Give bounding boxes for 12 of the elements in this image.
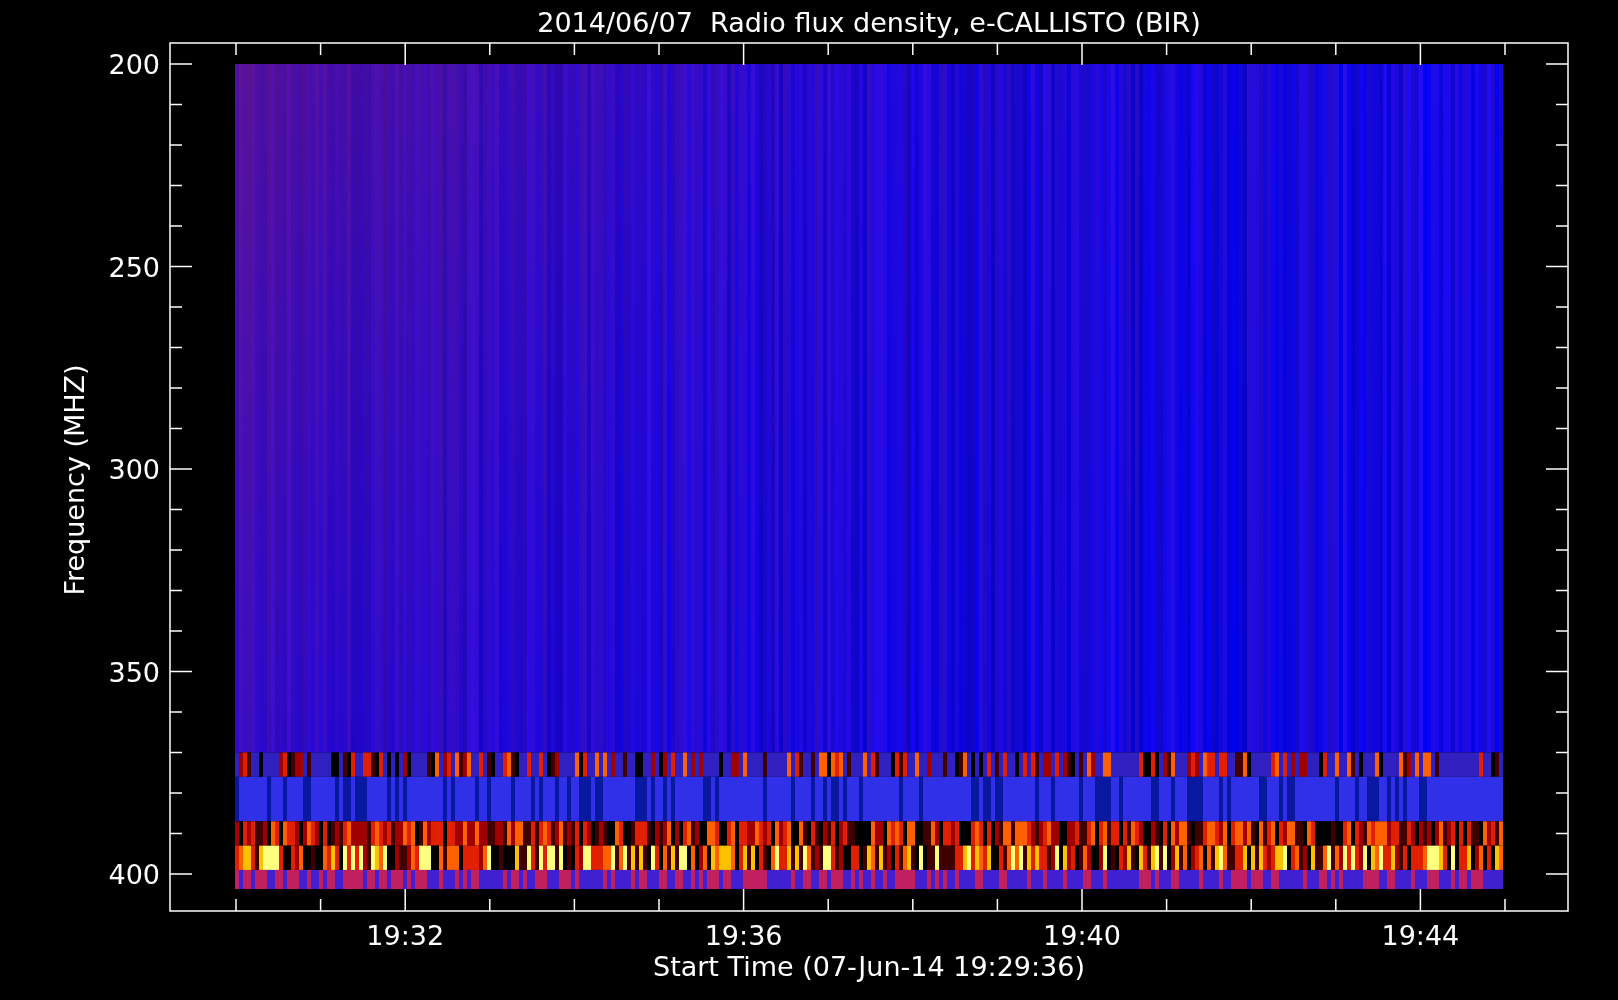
tick-label: 250	[108, 251, 160, 283]
tick-label: 19:40	[1043, 920, 1121, 951]
tick-label: 350	[108, 656, 160, 688]
tick-label: 19:36	[704, 920, 783, 951]
tick-label: 400	[108, 859, 160, 890]
tick-label: 19:44	[1381, 920, 1460, 951]
tick-label: 200	[108, 49, 160, 80]
chart-title: 2014/06/07 Radio flux density, e-CALLISTO (BIR)	[537, 7, 1201, 38]
axis-label: Start Time (07-Jun-14 19:29:36)	[653, 951, 1085, 982]
tick-label: 19:32	[366, 920, 445, 951]
axis-label: Frequency (MHZ)	[59, 364, 90, 596]
tick-label: 300	[108, 454, 160, 485]
